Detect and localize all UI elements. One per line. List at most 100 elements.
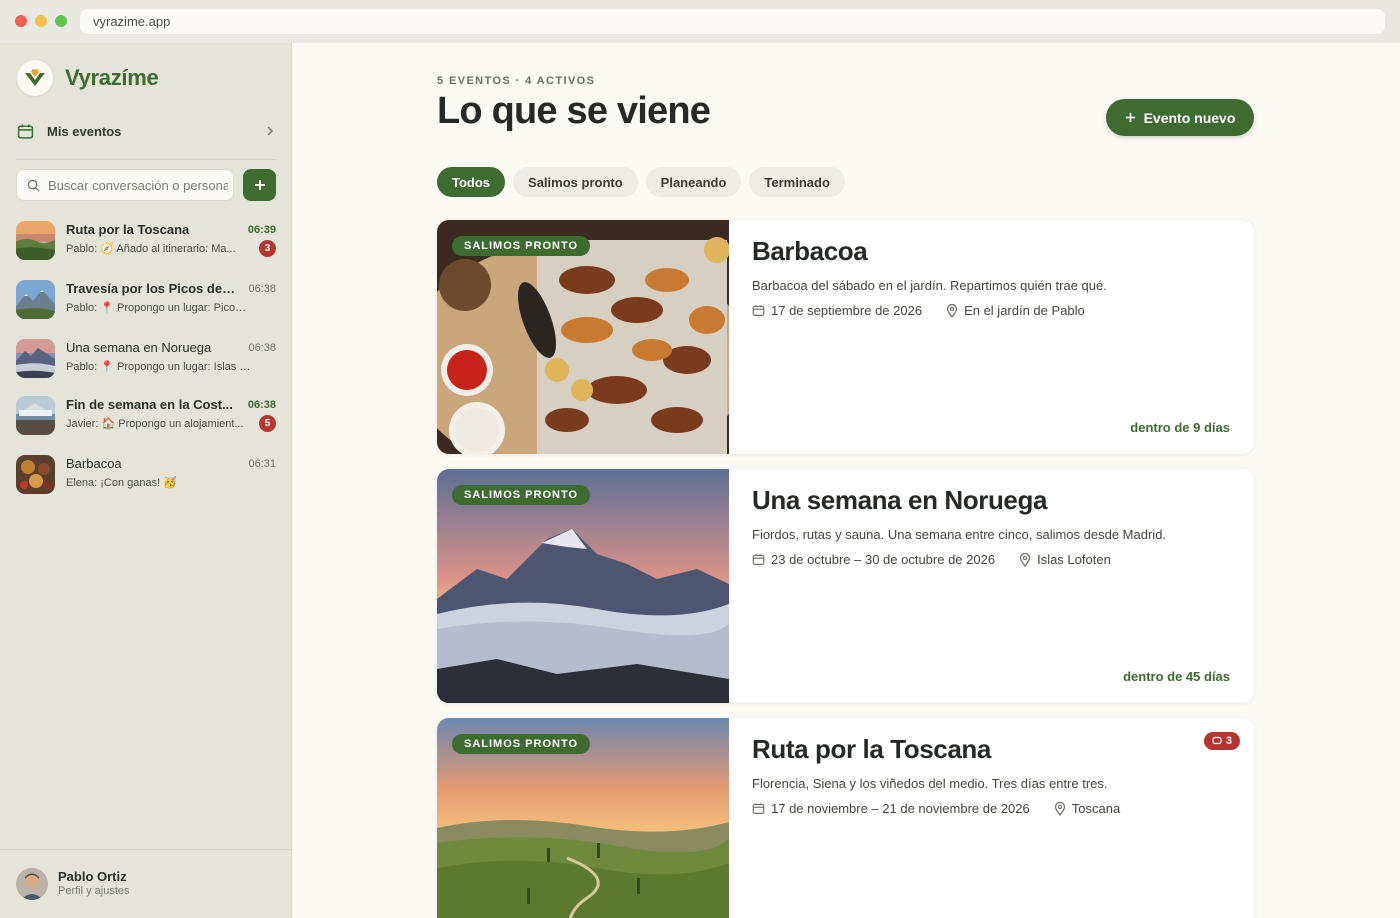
- brand-name: Vyrazíme: [65, 65, 159, 90]
- event-card[interactable]: SALIMOS PRONTO Una semana en Noruega Fio…: [437, 469, 1254, 703]
- event-countdown: dentro de 45 días: [1123, 669, 1230, 684]
- snippet-author: Pablo:: [66, 302, 98, 314]
- snippet-author: Pablo:: [66, 243, 98, 255]
- conversation-time: 06:39: [247, 224, 276, 236]
- minimize-window-button[interactable]: [35, 15, 47, 27]
- filter-planeando[interactable]: Planeando: [645, 167, 742, 197]
- unread-badge: 3: [259, 240, 276, 257]
- event-title: Ruta por la Toscana: [752, 734, 991, 764]
- brand[interactable]: Vyrazíme: [17, 60, 159, 96]
- conversation-title: Barbacoa: [66, 456, 122, 471]
- conversation-item[interactable]: Travesía por los Picos de ... 06:38 Pabl…: [16, 279, 278, 321]
- conversation-snippet: Pablo: 📍 Propongo un lugar: Picos de ...: [66, 301, 251, 314]
- search-box: [16, 169, 234, 201]
- event-date: 23 de octubre – 30 de octubre de 2026: [771, 552, 996, 567]
- snippet-text: Añado al itinerario: Ma...: [116, 243, 236, 255]
- conversation-title: Fin de semana en la Cost...: [66, 397, 233, 412]
- profile-subtitle: Perfil y ajustes: [58, 885, 130, 897]
- compass-icon: 🧭: [100, 243, 114, 255]
- conversation-thumbnail: [16, 280, 55, 319]
- chat-bubble-icon: [1212, 736, 1222, 745]
- location-pin-icon: [946, 303, 958, 318]
- search-input[interactable]: [48, 177, 228, 193]
- calendar-icon: [752, 802, 765, 815]
- event-card[interactable]: SALIMOS PRONTO Barbacoa Barbacoa del sáb…: [437, 220, 1254, 454]
- snippet-author: Pablo:: [66, 361, 98, 373]
- calendar-icon: [752, 553, 765, 566]
- unread-badge: 5: [259, 415, 276, 432]
- pin-icon: 📍: [100, 302, 114, 314]
- event-meta: 17 de noviembre – 21 de noviembre de 202…: [752, 801, 1120, 816]
- conversation-time: 06:31: [248, 458, 276, 470]
- filter-tabs: Todos Salimos pronto Planeando Terminado: [437, 167, 845, 197]
- event-place: Islas Lofoten: [1037, 552, 1111, 567]
- event-date: 17 de septiembre de 2026: [771, 303, 923, 318]
- main-content: 5 EVENTOS · 4 ACTIVOS Lo que se viene Ev…: [292, 43, 1400, 918]
- conversation-time: 06:38: [247, 399, 276, 411]
- logo-icon: [17, 60, 53, 96]
- conversation-item[interactable]: Fin de semana en la Cost... 06:38 Javier…: [16, 395, 278, 437]
- profile-link[interactable]: Pablo Ortiz Perfil y ajustes: [0, 849, 292, 918]
- conversation-item[interactable]: Barbacoa 06:31 Elena: ¡Con ganas! 🥳: [16, 454, 278, 496]
- snippet-author: Javier:: [66, 418, 99, 430]
- plus-icon: [254, 180, 265, 190]
- snippet-author: Elena:: [66, 477, 98, 489]
- emoji-icon: 🥳: [163, 477, 177, 489]
- event-meta: 17 de septiembre de 2026 En el jardín de…: [752, 303, 1085, 318]
- conversation-thumbnail: [16, 339, 55, 378]
- sidebar: Vyrazíme Mis eventos Buscar conversación…: [0, 43, 292, 918]
- conversation-snippet: Elena: ¡Con ganas! 🥳: [66, 476, 251, 489]
- new-event-button[interactable]: Evento nuevo: [1106, 99, 1254, 136]
- event-countdown: dentro de 9 días: [1130, 420, 1230, 435]
- filter-todos[interactable]: Todos: [437, 167, 506, 197]
- conversation-time: 06:38: [248, 283, 276, 295]
- event-meta: 23 de octubre – 30 de octubre de 2026 Is…: [752, 552, 1111, 567]
- address-bar[interactable]: vyrazime.app: [80, 9, 1385, 34]
- conversation-snippet: Pablo: 🧭 Añado al itinerario: Ma...: [66, 242, 251, 255]
- mis-eventos-label: Mis eventos: [47, 123, 122, 139]
- conversation-item[interactable]: Una semana en Noruega 06:38 Pablo: 📍 Pro…: [16, 338, 278, 380]
- location-pin-icon: [1019, 552, 1031, 567]
- house-icon: 🏠: [101, 418, 116, 430]
- chevron-right-icon: [267, 126, 274, 136]
- conversation-thumbnail: [16, 455, 55, 494]
- snippet-text: ¡Con ganas!: [100, 477, 161, 489]
- conversation-thumbnail: [16, 396, 55, 435]
- event-description: Barbacoa del sábado en el jardín. Repart…: [752, 278, 1107, 293]
- event-description: Florencia, Siena y los viñedos del medio…: [752, 776, 1108, 791]
- event-card[interactable]: SALIMOS PRONTO Ruta por la Toscana 3 Flo…: [437, 718, 1254, 918]
- conversation-time: 06:38: [248, 342, 276, 354]
- snippet-text: Propongo un lugar: Picos de ...: [117, 302, 251, 314]
- conversation-snippet: Pablo: 📍 Propongo un lugar: Islas Lofo..…: [66, 360, 251, 373]
- new-conversation-button[interactable]: [243, 169, 276, 201]
- conversation-title: Travesía por los Picos de ...: [66, 281, 236, 296]
- maximize-window-button[interactable]: [55, 15, 67, 27]
- unread-messages-badge[interactable]: 3: [1203, 732, 1240, 750]
- close-window-button[interactable]: [15, 15, 27, 27]
- event-date: 17 de noviembre – 21 de noviembre de 202…: [771, 801, 1030, 816]
- snippet-text: Propongo un lugar: Islas Lofo...: [117, 361, 251, 373]
- location-pin-icon: [1054, 801, 1066, 816]
- status-tag: SALIMOS PRONTO: [452, 485, 591, 505]
- pin-icon: 📍: [100, 361, 114, 373]
- avatar: [16, 868, 48, 900]
- filter-terminado[interactable]: Terminado: [749, 167, 845, 197]
- calendar-icon: [17, 124, 34, 139]
- filter-salimos-pronto[interactable]: Salimos pronto: [513, 167, 638, 197]
- unread-count: 3: [1225, 735, 1232, 747]
- calendar-icon: [752, 304, 765, 317]
- event-image: SALIMOS PRONTO: [437, 718, 729, 918]
- mis-eventos-link[interactable]: Mis eventos: [17, 119, 275, 143]
- events-summary: 5 EVENTOS · 4 ACTIVOS: [437, 75, 596, 87]
- page-title: Lo que se viene: [437, 90, 711, 132]
- event-image: SALIMOS PRONTO: [437, 220, 729, 454]
- conversation-title: Una semana en Noruega: [66, 340, 212, 355]
- conversation-snippet: Javier: 🏠 Propongo un alojamient...: [66, 417, 251, 430]
- profile-name: Pablo Ortiz: [58, 869, 127, 884]
- conversation-title: Ruta por la Toscana: [66, 222, 190, 237]
- conversation-item[interactable]: Ruta por la Toscana 06:39 Pablo: 🧭 Añado…: [16, 220, 278, 262]
- event-title: Barbacoa: [752, 236, 868, 266]
- event-title: Una semana en Noruega: [752, 485, 1048, 515]
- divider: [16, 159, 276, 160]
- event-image: SALIMOS PRONTO: [437, 469, 729, 703]
